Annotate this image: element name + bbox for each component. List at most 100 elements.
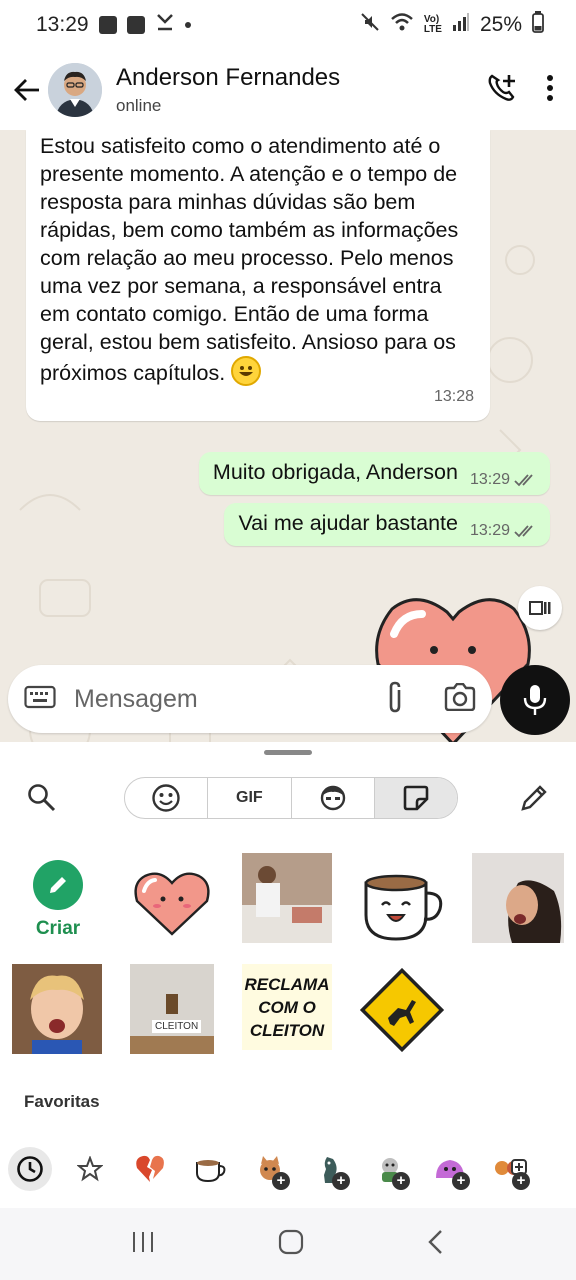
star-icon: [77, 1156, 103, 1182]
create-sticker-label: Criar: [35, 918, 81, 939]
signal-icon: [452, 12, 470, 38]
sticker-pack-character[interactable]: +: [360, 1146, 420, 1192]
edit-stickers-button[interactable]: [518, 782, 550, 814]
battery-icon: [532, 11, 544, 39]
add-pack-icon: +: [512, 1172, 530, 1190]
outgoing-message-text: Muito obrigada, Anderson: [212, 460, 458, 484]
sticker-pack-bar: + + + + +: [0, 1146, 576, 1192]
home-button[interactable]: [278, 1229, 304, 1260]
sticker-pack-cat[interactable]: +: [240, 1146, 300, 1192]
incoming-message-bubble[interactable]: Estou satisfeito como o atendimento até …: [26, 130, 490, 421]
sticker-pack-broken-heart[interactable]: [120, 1146, 180, 1192]
camera-icon: [444, 682, 476, 711]
reclama-line-2: COM O: [258, 997, 316, 1017]
recent-apps-icon: [133, 1231, 154, 1252]
outgoing-message-bubble[interactable]: Muito obrigada, Anderson 13:29: [198, 452, 550, 495]
volte-icon: Vo) LTE: [423, 14, 442, 35]
sticker-panel: GIF Criar CLEITON RECLAMA COM O CLEITON …: [0, 742, 576, 1208]
sticker-reclama-com-o-cleiton[interactable]: RECLAMA COM O CLEITON: [242, 964, 332, 1050]
outgoing-message-time: 13:29: [469, 522, 510, 539]
checkbox-icon: [126, 16, 145, 34]
clock-icon: [17, 1156, 43, 1182]
home-icon: [278, 1229, 304, 1254]
favorite-stickers-tab[interactable]: [60, 1146, 120, 1192]
double-check-icon: [514, 525, 533, 538]
reclama-line-3: CLEITON: [249, 1020, 325, 1040]
camera-button[interactable]: [444, 682, 476, 716]
wifi-icon: [390, 12, 414, 38]
voice-message-button[interactable]: [500, 665, 570, 735]
view-toggle-button[interactable]: [518, 586, 562, 630]
search-icon: [28, 784, 56, 812]
panel-drag-handle[interactable]: [264, 750, 312, 755]
battery-percent: 25%: [479, 13, 522, 36]
emoji-icon: [152, 784, 180, 812]
sticker-photo-woman[interactable]: [472, 853, 564, 943]
chat-header: Anderson Fernandes online: [0, 50, 576, 130]
keyboard-icon: [24, 685, 56, 708]
chat-area[interactable]: Estou satisfeito como o atendimento até …: [0, 130, 576, 742]
tab-gif[interactable]: GIF: [208, 778, 292, 818]
tab-sticker[interactable]: [374, 778, 457, 818]
recent-apps-button[interactable]: [131, 1230, 155, 1259]
more-vert-icon: [547, 74, 553, 101]
notification-dot-icon: [184, 22, 191, 28]
contact-info[interactable]: Anderson Fernandes online: [116, 64, 340, 116]
outgoing-message-time: 13:29: [469, 471, 510, 488]
outgoing-message-text: Vai me ajudar bastante: [238, 511, 458, 535]
gallery-icon: [98, 16, 117, 34]
missed-call-icon: [155, 12, 175, 38]
sticker-photo-kitchen[interactable]: [242, 853, 332, 943]
sticker-heart[interactable]: [132, 864, 212, 944]
contact-status: online: [116, 96, 162, 115]
sticker-deer-crossing-sign[interactable]: [360, 968, 444, 1052]
double-check-icon: [514, 474, 533, 487]
mic-icon: [523, 685, 547, 715]
add-pack-icon: +: [332, 1172, 350, 1190]
status-bar: 13:29 Vo) LTE 25%: [0, 0, 576, 50]
more-options-button[interactable]: [546, 74, 554, 107]
add-pack-icon: +: [452, 1172, 470, 1190]
add-pack-icon: +: [272, 1172, 290, 1190]
arrow-left-icon: [14, 79, 39, 101]
keyboard-button[interactable]: [24, 685, 56, 714]
system-nav-bar: [0, 1208, 576, 1280]
system-back-button[interactable]: [427, 1229, 445, 1260]
sticker-search-button[interactable]: [26, 782, 58, 814]
cleiton-sign-text: CLEITON: [152, 1020, 202, 1033]
create-sticker-button[interactable]: Criar: [22, 860, 94, 940]
grinning-emoji-icon: [231, 356, 262, 386]
view-toggle-icon: [529, 601, 551, 615]
pencil-icon: [521, 785, 547, 811]
favorites-label: Favoritas: [24, 1092, 100, 1111]
sticker-photo-kid[interactable]: [12, 964, 102, 1054]
sticker-coffee-cup[interactable]: [356, 862, 448, 948]
paperclip-icon: [389, 681, 401, 712]
recent-stickers-tab[interactable]: [8, 1147, 52, 1191]
status-time: 13:29: [36, 13, 89, 36]
sticker-icon: [403, 785, 429, 811]
sticker-pack-chess[interactable]: +: [300, 1146, 360, 1192]
message-input[interactable]: [74, 684, 344, 714]
contact-name: Anderson Fernandes: [116, 64, 341, 91]
chevron-left-icon: [427, 1229, 442, 1254]
attach-button[interactable]: [384, 680, 406, 719]
avatar-face-icon: [320, 785, 345, 811]
incoming-message-text: Estou satisfeito como o atendimento até …: [40, 134, 459, 385]
avatar[interactable]: [48, 63, 102, 117]
reclama-line-1: RECLAMA: [244, 974, 330, 994]
add-call-button[interactable]: [486, 72, 518, 109]
tab-avatar[interactable]: [292, 778, 375, 818]
pencil-icon: [50, 877, 66, 893]
tab-emoji[interactable]: [125, 778, 209, 818]
outgoing-message-bubble[interactable]: Vai me ajudar bastante 13:29: [224, 503, 550, 546]
incoming-message-time: 13:28: [433, 388, 474, 405]
add-pack-icon: +: [392, 1172, 410, 1190]
sticker-pack-coffee[interactable]: [180, 1146, 240, 1192]
sticker-pack-blob[interactable]: +: [420, 1146, 480, 1192]
sticker-photo-cleiton-sign[interactable]: CLEITON: [130, 964, 214, 1054]
back-button[interactable]: [6, 69, 48, 111]
sticker-pack-add-more[interactable]: +: [480, 1146, 540, 1192]
mute-icon: [360, 12, 380, 38]
add-call-icon: [488, 74, 515, 101]
